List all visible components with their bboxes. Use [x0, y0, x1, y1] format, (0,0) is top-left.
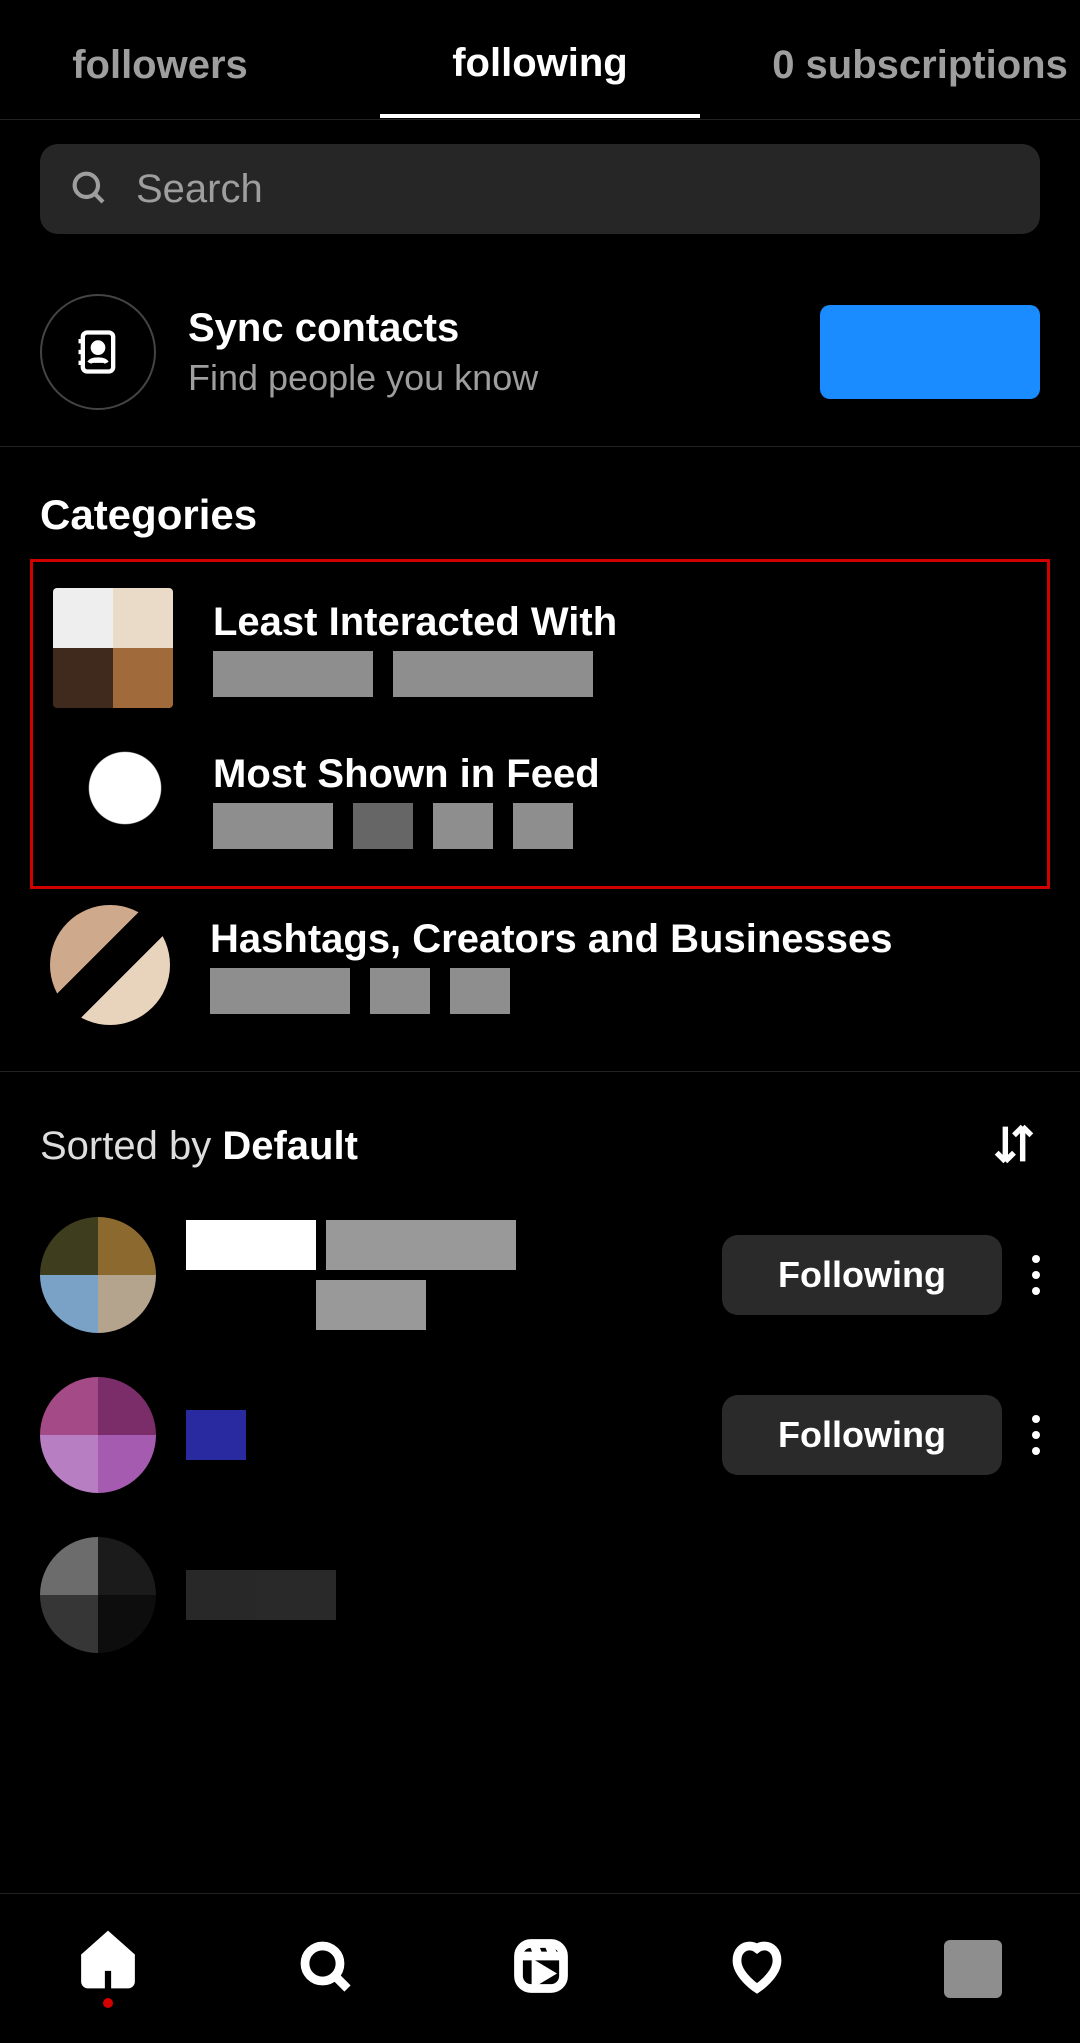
avatar — [40, 1537, 156, 1653]
sync-subtitle: Find people you know — [188, 357, 820, 399]
sort-label: Sorted by Default — [40, 1124, 358, 1169]
category-least-interacted[interactable]: Least Interacted With — [33, 572, 1047, 724]
avatar — [40, 1377, 156, 1493]
category-hashtags[interactable]: Hashtags, Creators and Businesses — [0, 889, 1080, 1041]
user-name — [186, 1570, 720, 1620]
following-button[interactable]: Following — [722, 1395, 1002, 1475]
more-icon[interactable] — [1032, 1415, 1040, 1455]
nav-home[interactable] — [78, 1929, 138, 2008]
tab-following[interactable]: following — [380, 41, 700, 118]
search-bar[interactable] — [40, 144, 1040, 234]
user-name — [186, 1410, 722, 1460]
category-subtitle — [210, 968, 892, 1014]
nav-activity[interactable] — [727, 1936, 787, 2001]
category-most-shown[interactable]: Most Shown in Feed — [33, 724, 1047, 876]
following-button[interactable]: Following — [722, 1235, 1002, 1315]
category-subtitle — [213, 803, 600, 849]
category-thumb — [53, 740, 173, 860]
search-input[interactable] — [136, 167, 1012, 212]
following-row[interactable] — [0, 1515, 1080, 1675]
sort-row[interactable]: Sorted by Default — [0, 1071, 1080, 1195]
category-thumb — [53, 588, 173, 708]
contacts-icon — [40, 294, 156, 410]
nav-reels[interactable] — [511, 1936, 571, 2001]
category-title: Least Interacted With — [213, 600, 617, 645]
category-title: Hashtags, Creators and Businesses — [210, 917, 892, 962]
following-row[interactable]: Following — [0, 1355, 1080, 1515]
categories-heading: Categories — [0, 447, 1080, 559]
nav-profile[interactable] — [944, 1940, 1002, 1998]
category-thumb — [50, 905, 170, 1025]
following-row[interactable]: Following — [0, 1195, 1080, 1355]
sync-button[interactable] — [820, 305, 1040, 399]
sort-icon[interactable] — [988, 1118, 1040, 1175]
category-title: Most Shown in Feed — [213, 752, 600, 797]
more-icon[interactable] — [1032, 1255, 1040, 1295]
category-subtitle — [213, 651, 617, 697]
nav-search[interactable] — [295, 1936, 355, 2001]
tab-subscriptions[interactable]: 0 subscriptions — [760, 43, 1080, 116]
sort-value: Default — [222, 1124, 358, 1168]
profile-thumb — [944, 1940, 1002, 1998]
sync-text: Sync contacts Find people you know — [188, 306, 820, 399]
sync-title: Sync contacts — [188, 306, 820, 351]
tabs-bar: followers following 0 subscriptions — [0, 0, 1080, 120]
search-icon — [68, 167, 108, 212]
search-wrap — [0, 120, 1080, 258]
sync-contacts-row[interactable]: Sync contacts Find people you know — [0, 258, 1080, 447]
highlight-box: Least Interacted With Most Shown in Feed — [30, 559, 1050, 889]
notification-dot-icon — [103, 1998, 113, 2008]
user-name — [186, 1220, 722, 1330]
tab-followers[interactable]: followers — [0, 43, 320, 116]
bottom-nav — [0, 1893, 1080, 2043]
avatar — [40, 1217, 156, 1333]
sort-prefix: Sorted by — [40, 1124, 222, 1168]
